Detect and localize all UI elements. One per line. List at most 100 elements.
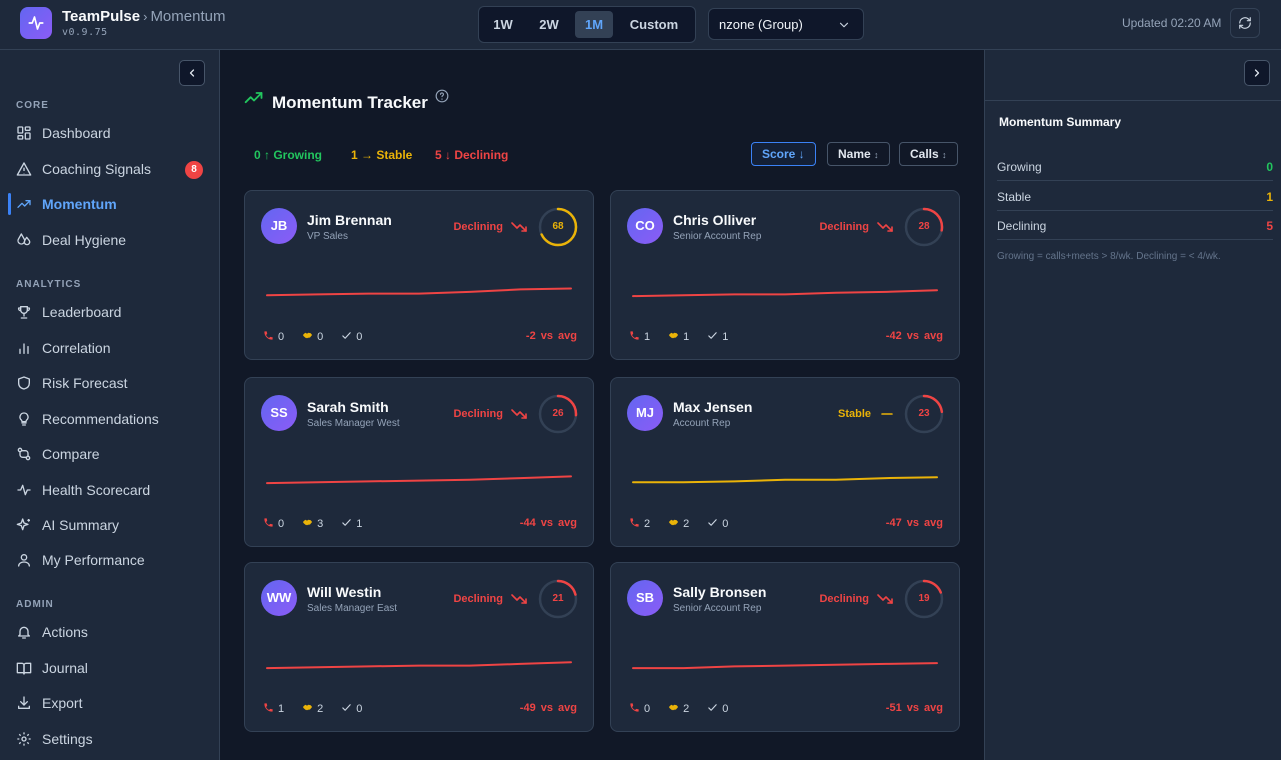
rep-card[interactable]: WW Will Westin Sales Manager East Declining… bbox=[244, 562, 594, 732]
score-value: 26 bbox=[552, 408, 564, 419]
rep-role: Sales Manager East bbox=[307, 603, 398, 614]
shield-icon bbox=[18, 376, 30, 390]
range-1w-button[interactable]: 1W bbox=[485, 11, 521, 38]
sidebar-item-settings[interactable]: Settings bbox=[0, 724, 219, 754]
summary-row-value: 5 bbox=[1266, 219, 1273, 233]
trending-down-icon bbox=[511, 222, 527, 232]
sidebar-collapse-button[interactable] bbox=[179, 60, 205, 86]
gear-icon bbox=[17, 732, 31, 746]
sidebar-item-deal-hygiene[interactable]: Deal Hygiene bbox=[0, 225, 219, 255]
rep-role: Account Rep bbox=[673, 418, 731, 429]
active-indicator bbox=[8, 193, 11, 215]
activity-stats: 1 2 0 bbox=[263, 702, 366, 715]
sidebar-item-health-scorecard[interactable]: Health Scorecard bbox=[0, 475, 219, 505]
trending-down-icon bbox=[511, 409, 527, 419]
calls-count: 1 bbox=[644, 331, 651, 343]
score-value: 21 bbox=[552, 593, 564, 604]
summary-row-value: 1 bbox=[1266, 190, 1273, 204]
calls-count: 1 bbox=[278, 703, 285, 715]
trending-down-icon bbox=[877, 594, 893, 604]
panel-title: Momentum Summary bbox=[999, 115, 1122, 129]
nav-section-analytics: ANALYTICS bbox=[16, 279, 82, 290]
refresh-icon bbox=[1239, 17, 1251, 29]
avatar: JB bbox=[261, 208, 297, 244]
rep-name: Will Westin bbox=[307, 584, 382, 600]
rep-card[interactable]: SS Sarah Smith Sales Manager West Declining… bbox=[244, 377, 594, 547]
trend-label: Stable bbox=[837, 408, 871, 420]
sidebar-item-label: Dashboard bbox=[42, 125, 111, 141]
range-custom-button[interactable]: Custom bbox=[621, 11, 687, 38]
refresh-button[interactable] bbox=[1230, 8, 1260, 38]
handshake-icon bbox=[303, 704, 313, 711]
book-icon bbox=[16, 662, 32, 675]
sidebar-item-label: Actions bbox=[42, 624, 88, 640]
sidebar-item-compare[interactable]: Compare bbox=[0, 439, 219, 469]
rep-card[interactable]: JB Jim Brennan VP Sales Declining 68 0 0 0 -2 vs… bbox=[244, 190, 594, 360]
handshake-icon bbox=[669, 519, 679, 526]
summary-panel: Momentum Summary Growing 0 Stable 1 Decl… bbox=[984, 50, 1281, 760]
rep-name: Max Jensen bbox=[673, 399, 753, 415]
sparkline bbox=[266, 661, 572, 670]
time-range-selector: 1W 2W 1M Custom bbox=[478, 6, 696, 43]
rep-card[interactable]: MJ Max Jensen Account Rep Stable 23 2 2 0 -47 vs… bbox=[610, 377, 960, 547]
sparkline-path bbox=[266, 661, 572, 670]
rep-role: Sales Manager West bbox=[307, 418, 400, 429]
download-icon bbox=[18, 696, 30, 709]
handshake-icon bbox=[303, 519, 313, 526]
summary-row-value: 0 bbox=[1266, 160, 1273, 174]
check-icon bbox=[342, 704, 351, 711]
phone-icon bbox=[264, 518, 273, 527]
trend-label: Declining bbox=[453, 593, 503, 605]
sidebar-item-ai-summary[interactable]: AI Summary bbox=[0, 510, 219, 540]
sidebar-item-dashboard[interactable]: Dashboard bbox=[0, 118, 219, 148]
sidebar-item-correlation[interactable]: Correlation bbox=[0, 333, 219, 363]
compare-icon bbox=[17, 447, 31, 461]
sidebar-item-label: Settings bbox=[42, 731, 93, 747]
sidebar-item-leaderboard[interactable]: Leaderboard bbox=[0, 297, 219, 327]
panel-collapse-button[interactable] bbox=[1244, 60, 1270, 86]
sort-score-button[interactable]: Score ↓ bbox=[751, 142, 816, 166]
sidebar-item-momentum[interactable]: Momentum bbox=[0, 189, 219, 219]
chevron-down-icon bbox=[839, 22, 849, 28]
app-title: TeamPulse › Momentum bbox=[62, 8, 225, 25]
rep-card[interactable]: SB Sally Bronsen Senior Account Rep Declini… bbox=[610, 562, 960, 732]
sidebar-item-label: Journal bbox=[42, 660, 88, 676]
activity-stats: 0 3 1 bbox=[263, 517, 366, 530]
tasks-count: 0 bbox=[356, 703, 363, 715]
nav-section-core: CORE bbox=[16, 100, 49, 111]
app-logo[interactable] bbox=[20, 7, 52, 39]
rep-card[interactable]: CO Chris Olliver Senior Account Rep Declini… bbox=[610, 190, 960, 360]
score-value: 19 bbox=[918, 593, 930, 604]
trending-icon bbox=[17, 200, 31, 208]
last-updated: Updated 02:20 AM bbox=[1122, 16, 1222, 30]
sparkline-path bbox=[632, 289, 938, 298]
sidebar-item-journal[interactable]: Journal bbox=[0, 653, 219, 683]
sidebar-item-recommendations[interactable]: Recommendations bbox=[0, 404, 219, 434]
sidebar-item-my-performance[interactable]: My Performance bbox=[0, 545, 219, 575]
dashboard-icon bbox=[17, 126, 31, 140]
sparkles-icon bbox=[16, 518, 30, 531]
sort-calls-label: Calls bbox=[910, 147, 939, 161]
help-icon[interactable] bbox=[435, 89, 449, 103]
sidebar-item-risk-forecast[interactable]: Risk Forecast bbox=[0, 368, 219, 398]
vs-average: -49 vs avg bbox=[519, 702, 577, 714]
handshake-icon bbox=[669, 332, 679, 339]
trending-up-icon bbox=[244, 92, 263, 104]
sparkline bbox=[632, 662, 938, 670]
sidebar-item-actions[interactable]: Actions bbox=[0, 617, 219, 647]
score-value: 23 bbox=[918, 408, 930, 419]
range-1m-button[interactable]: 1M bbox=[575, 11, 613, 38]
sort-name-button[interactable]: Name ↕ bbox=[827, 142, 890, 166]
warning-icon bbox=[16, 162, 32, 176]
sparkline-path bbox=[266, 475, 572, 485]
sort-score-label: Score ↓ bbox=[762, 147, 805, 161]
sidebar-item-export[interactable]: Export bbox=[0, 688, 219, 718]
sort-calls-button[interactable]: Calls ↕ bbox=[899, 142, 958, 166]
sidebar-item-coaching-signals[interactable]: Coaching Signals 8 bbox=[0, 154, 219, 184]
range-2w-button[interactable]: 2W bbox=[531, 11, 567, 38]
sidebar-item-label: Compare bbox=[42, 446, 100, 462]
trend-label: Declining bbox=[819, 593, 869, 605]
group-select[interactable]: nzone (Group) bbox=[708, 8, 864, 40]
sort-arrows-icon: ↕ bbox=[942, 150, 947, 160]
sidebar-item-label: Coaching Signals bbox=[42, 161, 151, 177]
